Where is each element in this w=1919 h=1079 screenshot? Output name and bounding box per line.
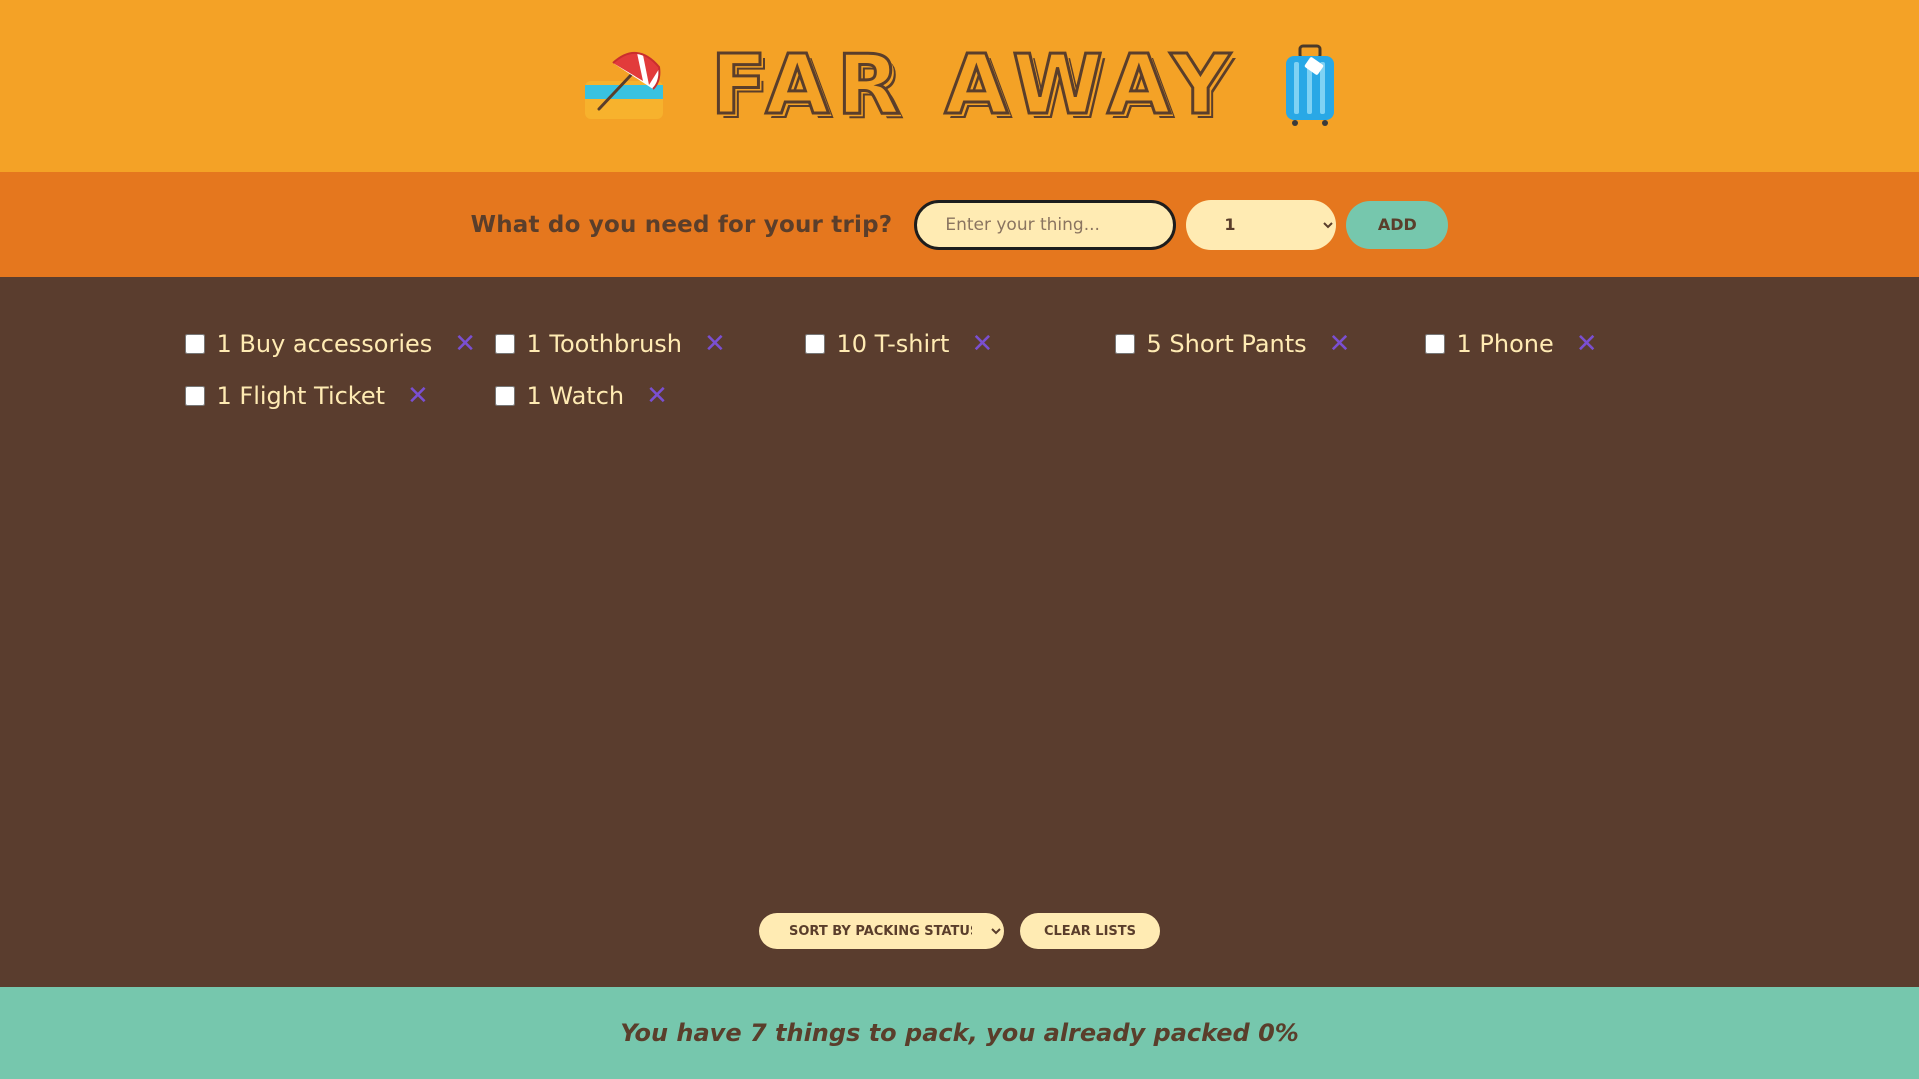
- list-item: 1 Flight Ticket ✕: [184, 381, 495, 411]
- item-label: 1 Watch: [526, 382, 625, 410]
- item-label: 10 T-shirt: [836, 330, 950, 358]
- item-label: 1 Flight Ticket: [216, 382, 386, 410]
- packed-checkbox[interactable]: [1114, 334, 1135, 354]
- delete-item-icon[interactable]: ✕: [704, 331, 726, 357]
- list-actions: SORT BY PACKING STATUS CLEAR LISTS: [758, 913, 1160, 949]
- add-item-form: What do you need for your trip? 1 ADD: [0, 172, 1919, 277]
- packed-checkbox[interactable]: [184, 386, 205, 406]
- add-button[interactable]: ADD: [1346, 200, 1449, 249]
- header: FAR AWAY: [0, 0, 1919, 172]
- stats-text: You have 7 things to pack, you already p…: [620, 1019, 1299, 1047]
- item-description-input[interactable]: [914, 199, 1177, 250]
- packed-checkbox[interactable]: [494, 334, 515, 354]
- list-item: 1 Phone ✕: [1424, 329, 1735, 359]
- delete-item-icon[interactable]: ✕: [1576, 331, 1598, 357]
- quantity-select[interactable]: 1: [1186, 199, 1337, 250]
- app: FAR AWAY What do you need for your trip?…: [0, 0, 1919, 1079]
- item-label: 5 Short Pants: [1146, 330, 1307, 358]
- sort-select[interactable]: SORT BY PACKING STATUS: [758, 913, 1004, 949]
- form-label: What do you need for your trip?: [470, 211, 893, 238]
- list-item: 10 T-shirt ✕: [804, 329, 1115, 359]
- item-label: 1 Buy accessories: [216, 330, 433, 358]
- packed-checkbox[interactable]: [1424, 334, 1445, 354]
- clear-lists-button[interactable]: CLEAR LISTS: [1019, 913, 1160, 949]
- list-item: 1 Toothbrush ✕: [494, 329, 805, 359]
- delete-item-icon[interactable]: ✕: [454, 331, 476, 357]
- beach-umbrella-icon: [581, 47, 667, 125]
- luggage-icon: [1282, 44, 1338, 128]
- list-item: 5 Short Pants ✕: [1114, 329, 1425, 359]
- delete-item-icon[interactable]: ✕: [407, 383, 429, 409]
- list-item: 1 Watch ✕: [494, 381, 805, 411]
- delete-item-icon[interactable]: ✕: [1329, 331, 1351, 357]
- packed-checkbox[interactable]: [804, 334, 825, 354]
- item-label: 1 Phone: [1456, 330, 1554, 358]
- item-label: 1 Toothbrush: [526, 330, 683, 358]
- stats-footer: You have 7 things to pack, you already p…: [0, 987, 1919, 1079]
- app-title: FAR AWAY: [709, 38, 1239, 133]
- packing-list: 1 Buy accessories ✕ 1 Toothbrush ✕ 10 T-…: [0, 277, 1919, 987]
- delete-item-icon[interactable]: ✕: [971, 331, 993, 357]
- delete-item-icon[interactable]: ✕: [646, 383, 668, 409]
- list-item: 1 Buy accessories ✕: [184, 329, 495, 359]
- packed-checkbox[interactable]: [184, 334, 205, 354]
- packed-checkbox[interactable]: [494, 386, 515, 406]
- item-list: 1 Buy accessories ✕ 1 Toothbrush ✕ 10 T-…: [184, 329, 1735, 411]
